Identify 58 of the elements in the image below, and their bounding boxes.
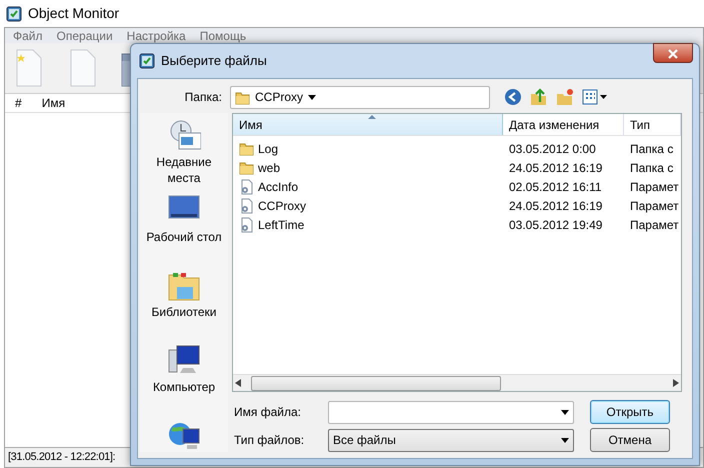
caret-icon — [561, 438, 569, 442]
date-cell-text: 02.05.2012 16:11 — [508, 178, 603, 196]
folder-icon — [235, 90, 250, 104]
menu-item[interactable]: Помощь — [200, 28, 246, 42]
column-header[interactable]: # — [5, 94, 32, 112]
type-cell-text: Папка с — [629, 140, 674, 158]
app-icon — [139, 53, 155, 69]
file-type-dropdown[interactable]: Все файлы — [328, 428, 574, 452]
caret-icon — [561, 410, 569, 414]
place-item[interactable]: Компьютер — [140, 344, 228, 419]
new-folder-icon[interactable] — [556, 88, 574, 106]
place-item[interactable]: Рабочий стол — [140, 194, 228, 269]
folder-up-icon[interactable] — [530, 88, 548, 106]
place-item[interactable]: Библиотеки — [140, 269, 228, 344]
back-icon[interactable] — [504, 88, 522, 106]
place-item[interactable]: Недавние места — [140, 119, 228, 194]
menu-item[interactable]: Настройка — [126, 28, 186, 42]
horizontal-scrollbar[interactable] — [233, 374, 681, 391]
app-icon — [6, 6, 22, 22]
close-icon — [668, 48, 678, 59]
type-cell-text: Парамет — [629, 178, 680, 196]
file-type-label: Тип файлов: — [234, 432, 306, 449]
view-menu-icon[interactable] — [582, 89, 608, 105]
file-row[interactable]: Log — [233, 140, 503, 158]
date-cell-text: 03.05.2012 0:00 — [508, 140, 597, 158]
file-row[interactable]: AccInfo — [233, 178, 503, 196]
settings-file-icon — [239, 198, 254, 214]
file-name-label: Имя файла: — [234, 404, 302, 421]
date-cell-text: 24.05.2012 16:19 — [508, 198, 604, 214]
type-cell-text: Парамет — [629, 198, 680, 214]
scroll-right-icon — [673, 379, 679, 387]
folder-label: Папка: — [184, 89, 223, 106]
column-header[interactable]: Имя — [233, 114, 503, 135]
caret-icon — [308, 94, 316, 100]
folder-icon — [239, 141, 254, 156]
folder-icon — [239, 160, 254, 175]
window-title: Object Monitor — [28, 4, 120, 23]
dialog-title: Выберите файлы — [161, 52, 267, 70]
type-cell-text: Парамет — [629, 216, 680, 234]
date-cell-text: 03.05.2012 19:49 — [508, 216, 604, 234]
menu-item[interactable]: Файл — [13, 28, 43, 42]
file-row[interactable]: CCProxy — [233, 196, 503, 214]
file-name-field[interactable] — [328, 400, 574, 424]
dialog-button[interactable]: Открыть — [590, 400, 670, 424]
folder-dropdown[interactable]: CCProxy — [230, 86, 490, 108]
close-button[interactable] — [653, 43, 693, 63]
column-header[interactable]: Имя — [32, 94, 76, 112]
dialog-button[interactable]: Отмена — [590, 428, 670, 452]
file-row[interactable]: web — [233, 158, 503, 176]
file-row[interactable]: LeftTime — [233, 216, 503, 234]
settings-file-icon — [239, 178, 254, 194]
settings-file-icon — [239, 216, 254, 232]
menu-item[interactable]: Операции — [56, 28, 113, 42]
scroll-left-icon — [235, 379, 241, 387]
type-cell-text: Папка с — [629, 160, 674, 176]
date-cell-text: 24.05.2012 16:19 — [508, 160, 604, 176]
status-text: [31.05.2012 - 12:22:01]: — [8, 450, 116, 466]
computer-icon — [167, 344, 201, 376]
